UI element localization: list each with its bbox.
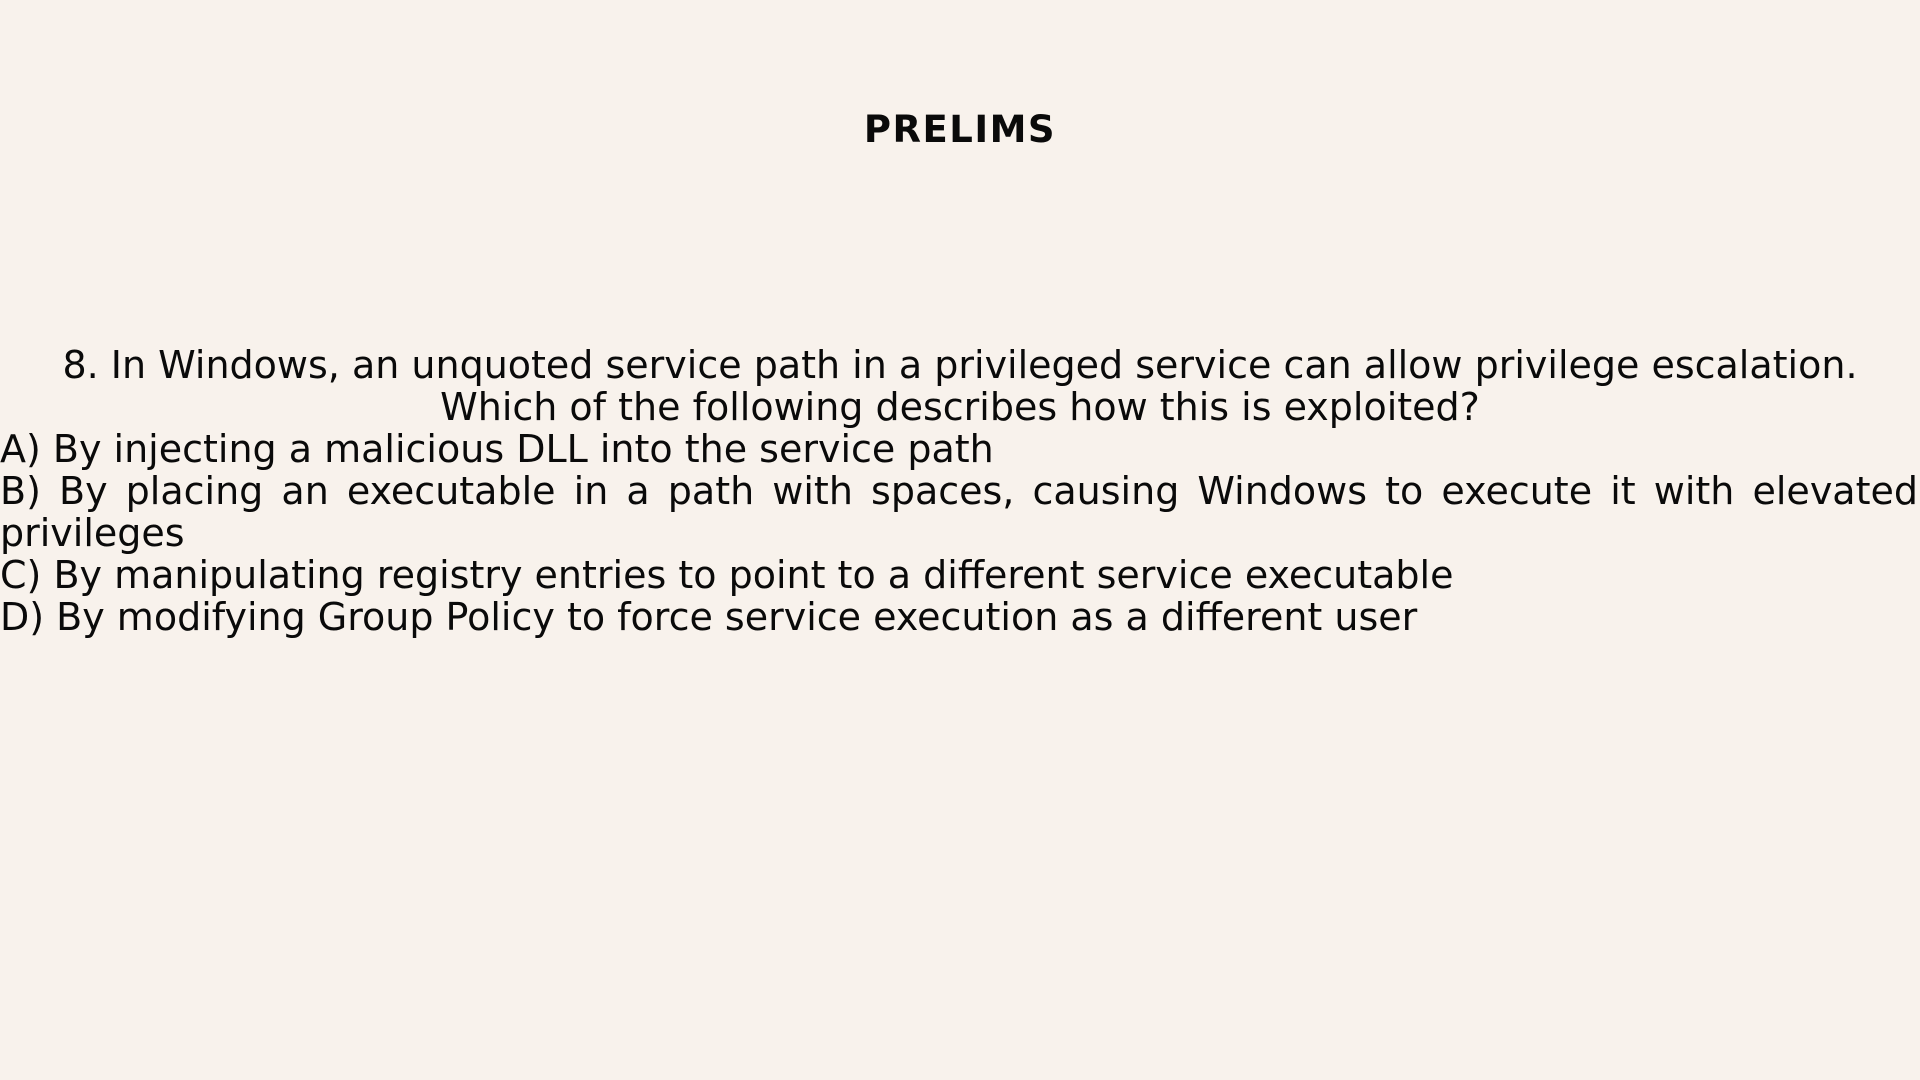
slide-title: PRELIMS — [863, 108, 1057, 151]
question-text: 8. In Windows, an unquoted service path … — [0, 344, 1920, 428]
question-line-2: Which of the following describes how thi… — [440, 385, 1480, 429]
option-b: B) By placing an executable in a path wi… — [0, 469, 1918, 555]
slide: PRELIMS 8. In Windows, an unquoted servi… — [0, 0, 1920, 1080]
question-block: 8. In Windows, an unquoted service path … — [0, 344, 1920, 638]
question-line-1: 8. In Windows, an unquoted service path … — [62, 343, 1858, 387]
option-c: C) By manipulating registry entries to p… — [0, 553, 1454, 597]
answer-options: A) By injecting a malicious DLL into the… — [0, 428, 1920, 638]
option-a: A) By injecting a malicious DLL into the… — [0, 427, 994, 471]
option-d: D) By modifying Group Policy to force se… — [0, 595, 1418, 639]
